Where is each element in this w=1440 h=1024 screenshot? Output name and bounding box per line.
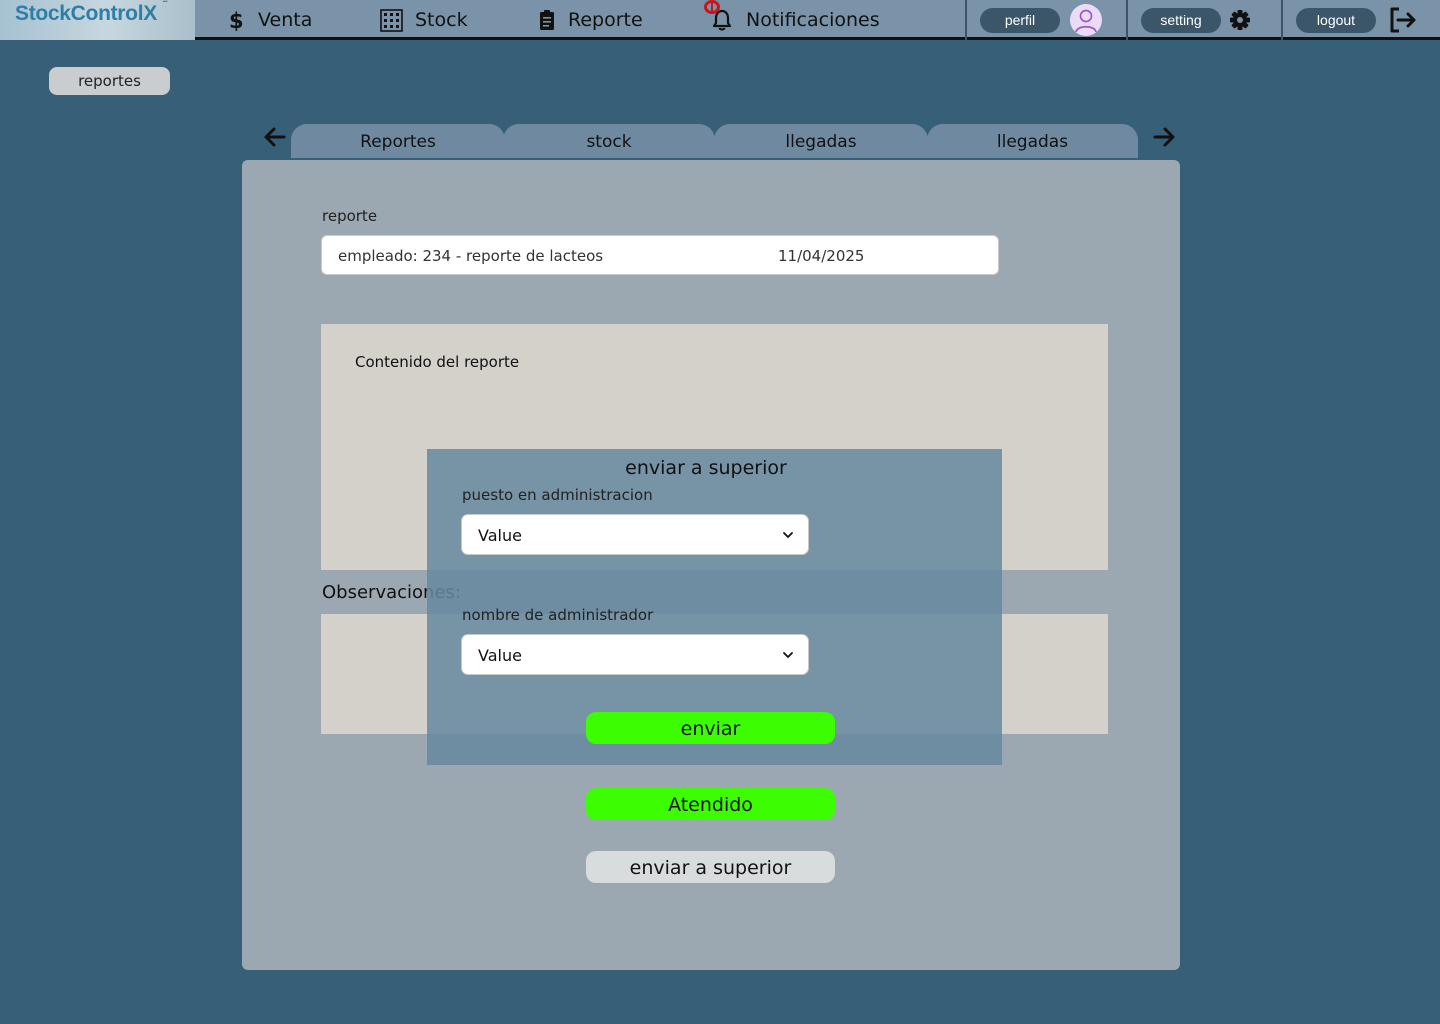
nav-divider [965,0,967,40]
nav-venta-label: Venta [258,9,313,31]
nav-stock[interactable]: Stock [380,6,468,34]
svg-text:$: $ [229,9,244,32]
reporte-date: 11/04/2025 [778,247,865,265]
nav-venta[interactable]: $ Venta [226,6,312,34]
top-navigation-bar: StockControlX ˜ $ Venta Stock Reporte No… [0,0,1440,40]
atendido-button[interactable]: Atendido [586,788,835,820]
tab-reportes[interactable]: Reportes [291,124,505,158]
avatar[interactable] [1070,4,1102,36]
grid-icon [380,8,403,32]
nav-reporte-label: Reporte [568,9,643,31]
nav-divider [1126,0,1128,40]
arrow-left-icon[interactable] [263,124,287,150]
setting-button[interactable]: setting [1141,8,1221,33]
arrow-right-icon[interactable] [1152,124,1176,150]
dollar-icon: $ [229,9,244,32]
puesto-select[interactable]: Value [461,514,809,555]
nav-divider [1281,0,1283,40]
notification-badge-icon [704,0,720,14]
app-logo[interactable]: StockControlX ˜ [0,0,195,40]
enviar-button[interactable]: enviar [586,712,835,744]
administrador-select[interactable]: Value [461,634,809,675]
nav-stock-label: Stock [415,9,468,31]
reporte-field[interactable]: empleado: 234 - reporte de lacteos 11/04… [321,235,999,275]
tab-llegadas-2[interactable]: llegadas [927,124,1138,158]
chevron-down-icon [783,532,793,538]
perfil-button[interactable]: perfil [980,8,1060,33]
modal-title: enviar a superior [625,457,787,479]
breadcrumb-reportes[interactable]: reportes [49,67,170,95]
app-logo-text: StockControlX [15,2,157,25]
logout-icon[interactable] [1388,6,1418,34]
clipboard-icon [540,10,554,30]
nav-reporte[interactable]: Reporte [538,6,643,34]
report-content-title: Contenido del reporte [355,353,520,371]
tab-stock[interactable]: stock [503,124,715,158]
puesto-select-value: Value [478,526,522,545]
reporte-summary: empleado: 234 - reporte de lacteos [338,247,604,265]
logout-button[interactable]: logout [1296,8,1376,33]
gear-icon[interactable] [1229,9,1251,31]
administrador-select-value: Value [478,646,522,665]
tab-llegadas[interactable]: llegadas [714,124,928,158]
reporte-label: reporte [322,207,378,225]
puesto-label: puesto en administracion [462,486,653,504]
enviar-superior-button[interactable]: enviar a superior [586,851,835,883]
chevron-down-icon [783,652,793,658]
nav-notificaciones[interactable]: Notificaciones [710,6,880,34]
user-icon [1075,9,1097,33]
administrador-label: nombre de administrador [462,606,654,624]
nav-notificaciones-label: Notificaciones [746,9,880,31]
app-logo-mark: ˜ [163,0,167,12]
